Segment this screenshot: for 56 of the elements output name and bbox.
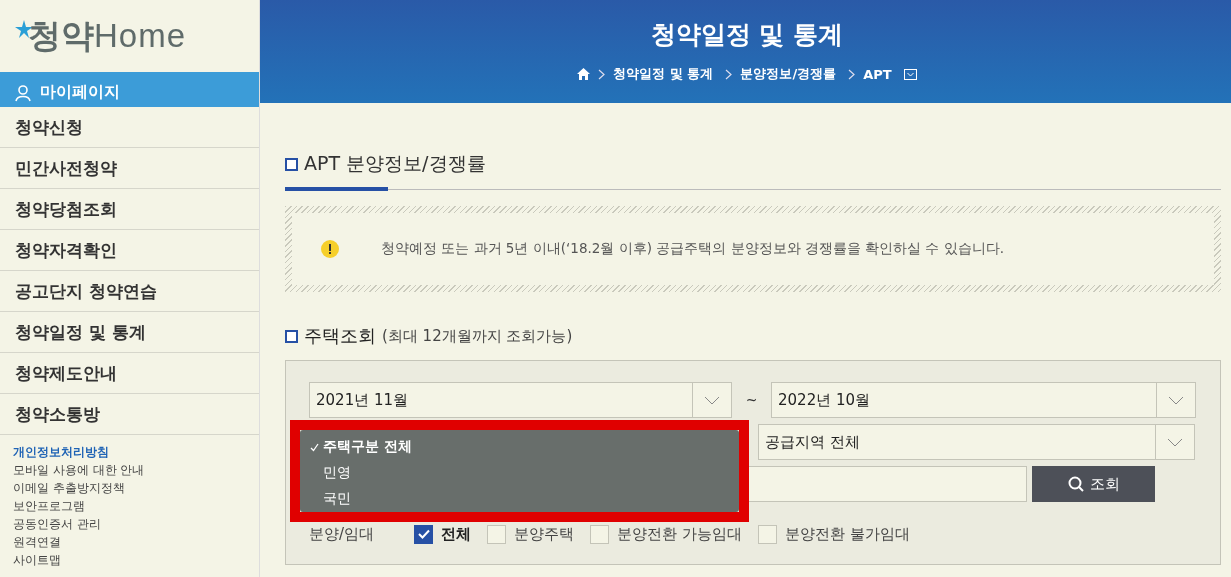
square-bullet-icon bbox=[285, 157, 298, 171]
person-icon bbox=[14, 83, 32, 102]
sidebar-menu-item[interactable]: 공고단지 청약연습 bbox=[0, 271, 259, 312]
dropdown-option[interactable]: 국민 bbox=[310, 486, 739, 512]
exclamation-icon bbox=[321, 240, 339, 258]
checkbox[interactable] bbox=[590, 524, 609, 544]
chevron-right-icon bbox=[848, 68, 856, 80]
checkbox-label: 분양전환 가능임대 bbox=[617, 524, 742, 544]
sidebar-menu-item[interactable]: 청약일정 및 통계 bbox=[0, 312, 259, 353]
home-icon[interactable] bbox=[577, 68, 591, 80]
range-separator: ~ bbox=[744, 392, 759, 408]
chevron-right-icon bbox=[725, 68, 733, 80]
section-title: APT 분양정보/경쟁률 bbox=[304, 151, 486, 176]
sidebar-menu-item[interactable]: 민간사전청약 bbox=[0, 148, 259, 189]
checkbox[interactable] bbox=[757, 524, 777, 544]
footer-link[interactable]: 모바일 사용에 대한 안내 bbox=[13, 461, 259, 479]
search-note: (최대 12개월까지 조회가능) bbox=[382, 326, 573, 346]
site-logo[interactable]: 청약Home bbox=[0, 0, 259, 72]
chevron-down-icon bbox=[1167, 437, 1183, 447]
checkbox-label: 전체 bbox=[441, 524, 471, 544]
footer-link[interactable]: 개인정보처리방침 bbox=[13, 443, 259, 461]
dropdown-option[interactable]: 민영 bbox=[310, 460, 739, 486]
footer-link[interactable]: 이메일 추출방지정책 bbox=[13, 479, 259, 497]
checkbox-label: 분양주택 bbox=[514, 524, 574, 544]
sidebar-menu-item[interactable]: 청약소통방 bbox=[0, 394, 259, 435]
checkbox-label: 분양전환 불가임대 bbox=[784, 524, 910, 544]
chevron-down-icon bbox=[1168, 395, 1184, 405]
footer-link[interactable]: 원격연결 bbox=[13, 533, 259, 551]
breadcrumb-link[interactable]: 분양정보/경쟁률 bbox=[740, 65, 837, 83]
end-month-select[interactable]: 2022년 10월 bbox=[771, 382, 1196, 418]
footer-link[interactable]: 사이트맵 bbox=[13, 551, 259, 569]
notice-text: 청약예정 또는 과거 5년 이내(‘18.2월 이후) 공급주택의 분양정보와 경쟁률을 확인하실 수 있습니다. bbox=[381, 240, 1004, 258]
chevron-right-icon bbox=[598, 68, 606, 80]
square-bullet-icon bbox=[285, 329, 298, 343]
footer-link[interactable]: 공동인증서 관리 bbox=[13, 515, 259, 533]
search-title: 주택조회 bbox=[304, 324, 376, 348]
breadcrumb-link[interactable]: 청약일정 및 통계 bbox=[613, 65, 714, 83]
type-label: 분양/임대 bbox=[309, 524, 376, 544]
page-title: 청약일정 및 통계 bbox=[650, 19, 844, 51]
checkbox[interactable] bbox=[487, 524, 506, 544]
check-icon bbox=[417, 529, 430, 539]
region-select[interactable]: 공급지역 전체 bbox=[758, 424, 1195, 460]
breadcrumb-link[interactable]: APT bbox=[863, 66, 892, 82]
chevron-down-icon bbox=[704, 395, 720, 405]
checkbox[interactable] bbox=[414, 524, 433, 544]
sidebar-menu-item[interactable]: 청약자격확인 bbox=[0, 230, 259, 271]
sidebar-menu-item[interactable]: 청약당첨조회 bbox=[0, 189, 259, 230]
footer-link[interactable]: 보안프로그램 bbox=[13, 497, 259, 515]
sidebar-menu-item[interactable]: 청약신청 bbox=[0, 107, 259, 148]
dropdown-option[interactable]: 주택구분 전체 bbox=[310, 434, 739, 460]
check-icon bbox=[310, 442, 319, 452]
dropdown-toggle-icon[interactable] bbox=[903, 68, 917, 80]
sidebar-menu-item[interactable]: 청약제도안내 bbox=[0, 353, 259, 394]
start-month-select[interactable]: 2021년 11월 bbox=[309, 382, 732, 418]
search-icon bbox=[1067, 476, 1084, 492]
search-button[interactable]: 조회 bbox=[1032, 466, 1155, 502]
